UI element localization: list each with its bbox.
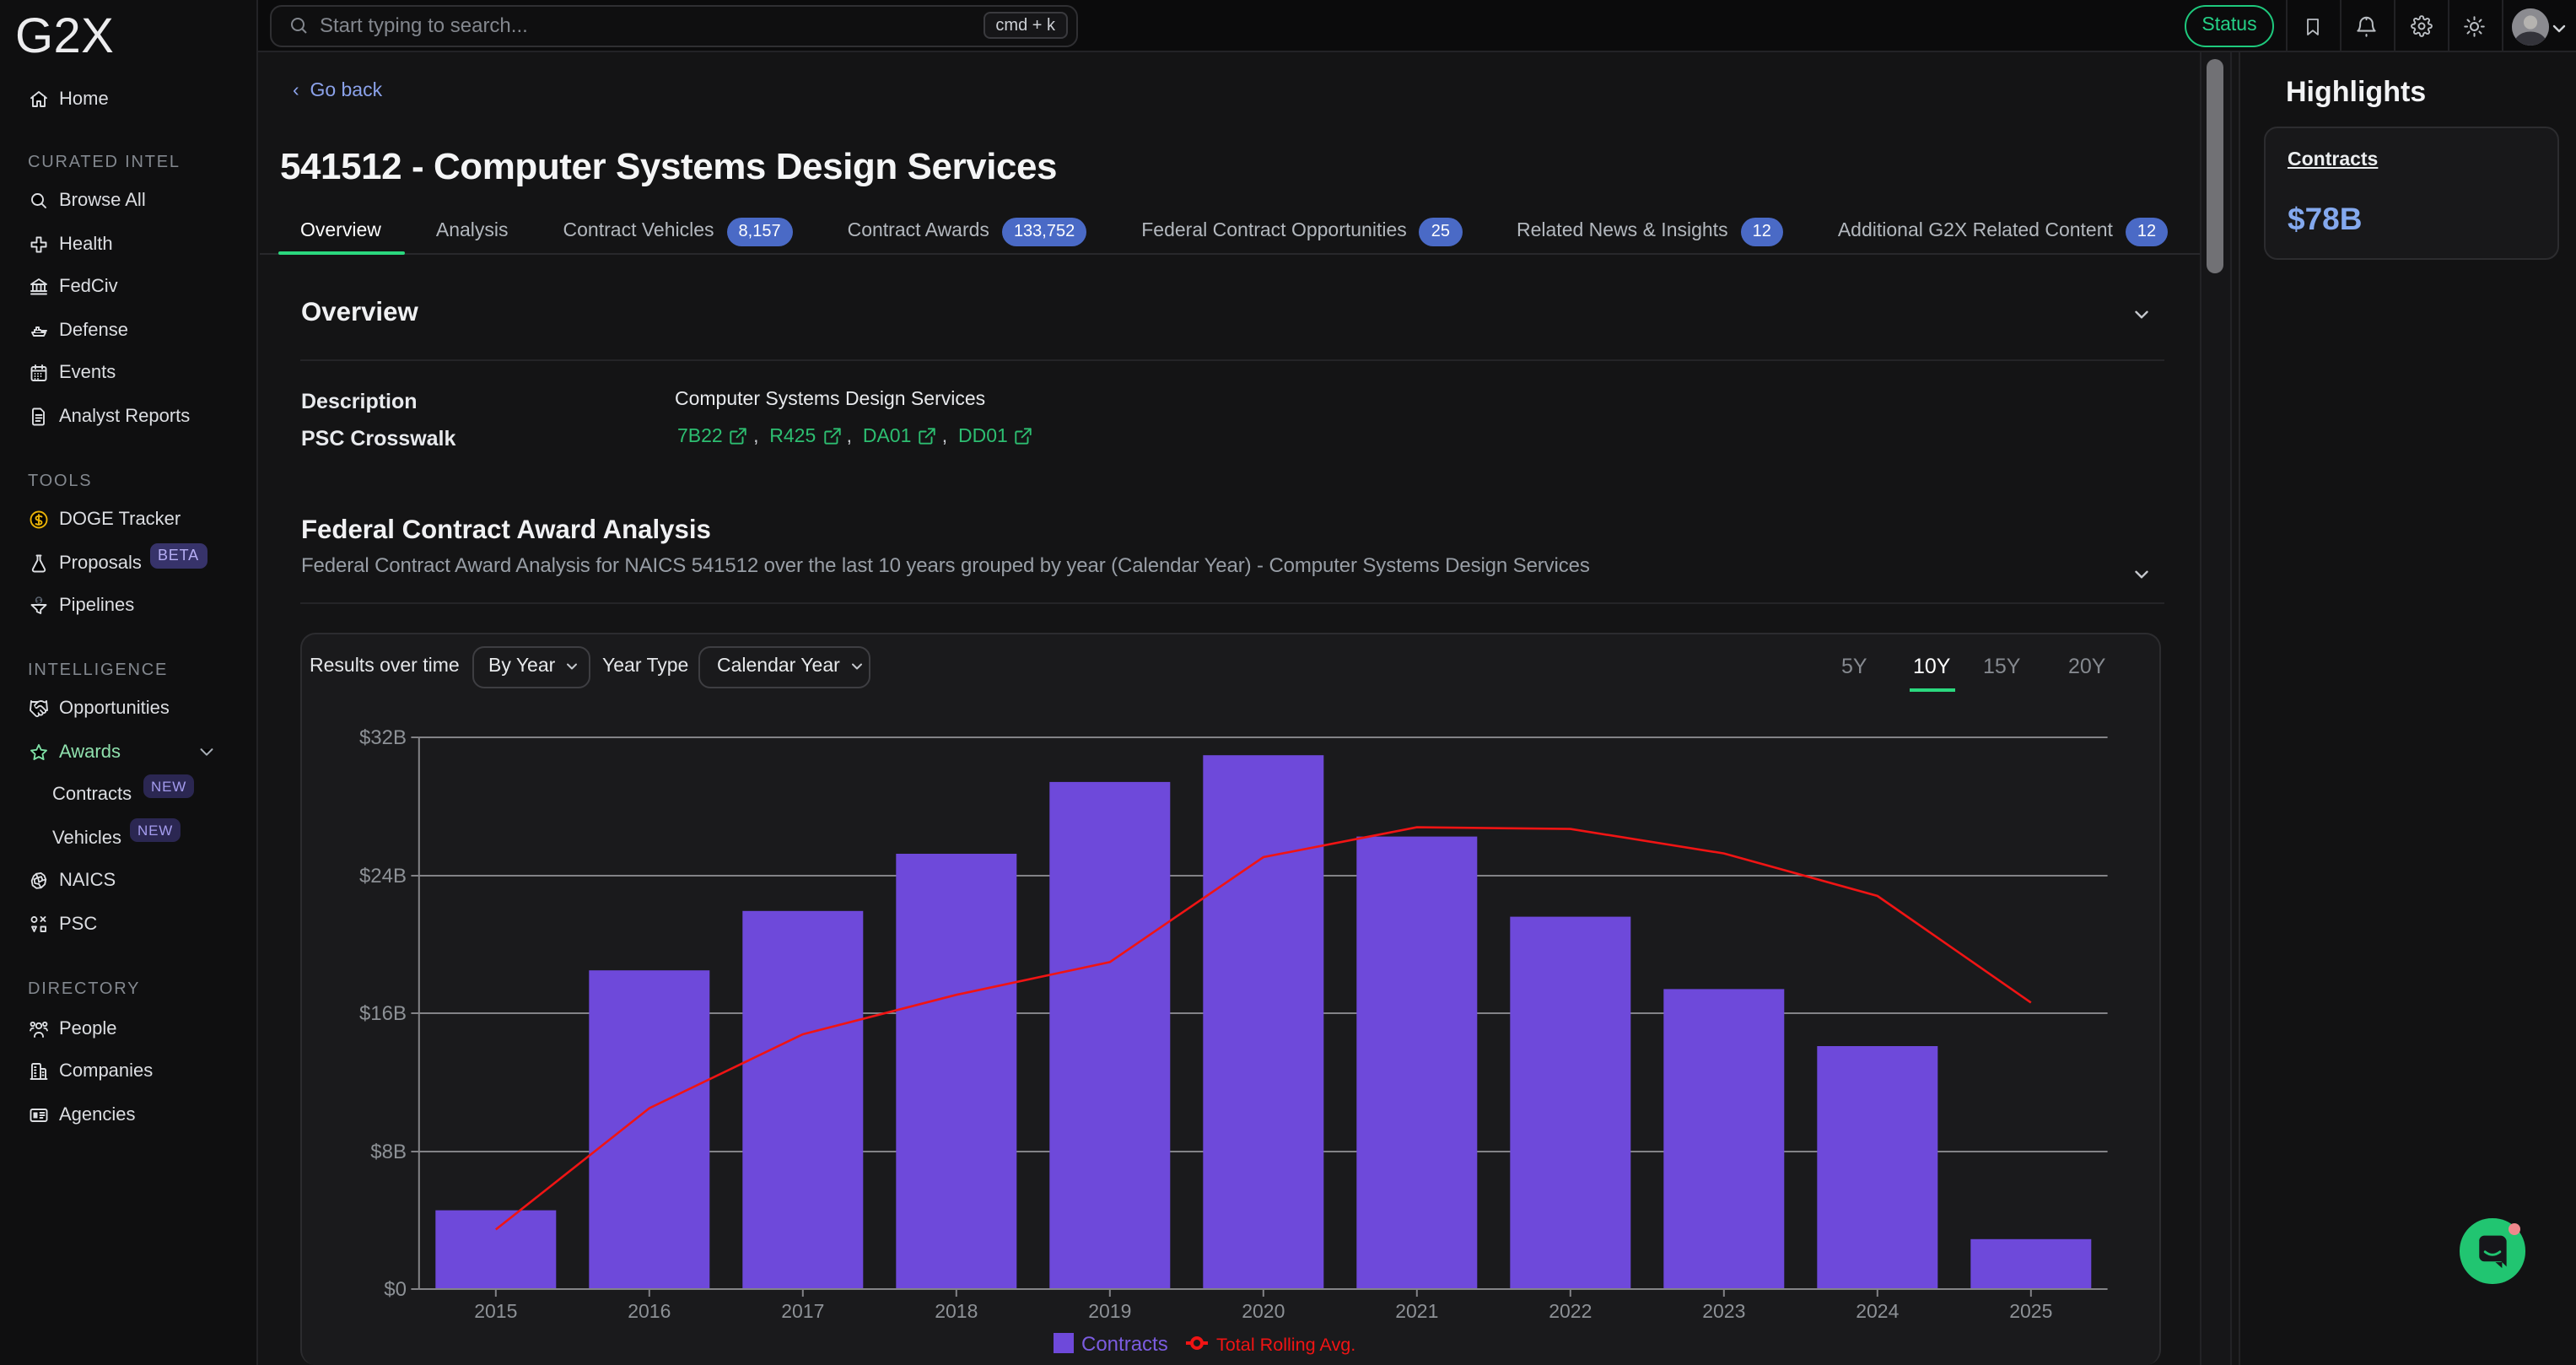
svg-text:2025: 2025 [2009, 1300, 2052, 1322]
svg-text:2024: 2024 [1856, 1300, 1899, 1322]
svg-text:2015: 2015 [474, 1300, 517, 1322]
svg-text:2016: 2016 [628, 1300, 671, 1322]
svg-text:2019: 2019 [1088, 1300, 1131, 1322]
svg-text:Contracts: Contracts [1081, 1333, 1168, 1356]
svg-text:$16B: $16B [359, 1002, 407, 1025]
svg-text:2020: 2020 [1242, 1300, 1285, 1322]
svg-text:Total Rolling Avg.: Total Rolling Avg. [1216, 1334, 1355, 1355]
svg-text:2018: 2018 [935, 1300, 978, 1322]
svg-text:2022: 2022 [1549, 1300, 1592, 1322]
svg-text:2023: 2023 [1702, 1300, 1745, 1322]
svg-text:$32B: $32B [359, 726, 407, 749]
svg-text:2017: 2017 [781, 1300, 824, 1322]
svg-text:2021: 2021 [1395, 1300, 1438, 1322]
svg-text:$0: $0 [384, 1278, 407, 1301]
svg-text:$8B: $8B [370, 1141, 407, 1163]
svg-text:$24B: $24B [359, 865, 407, 888]
